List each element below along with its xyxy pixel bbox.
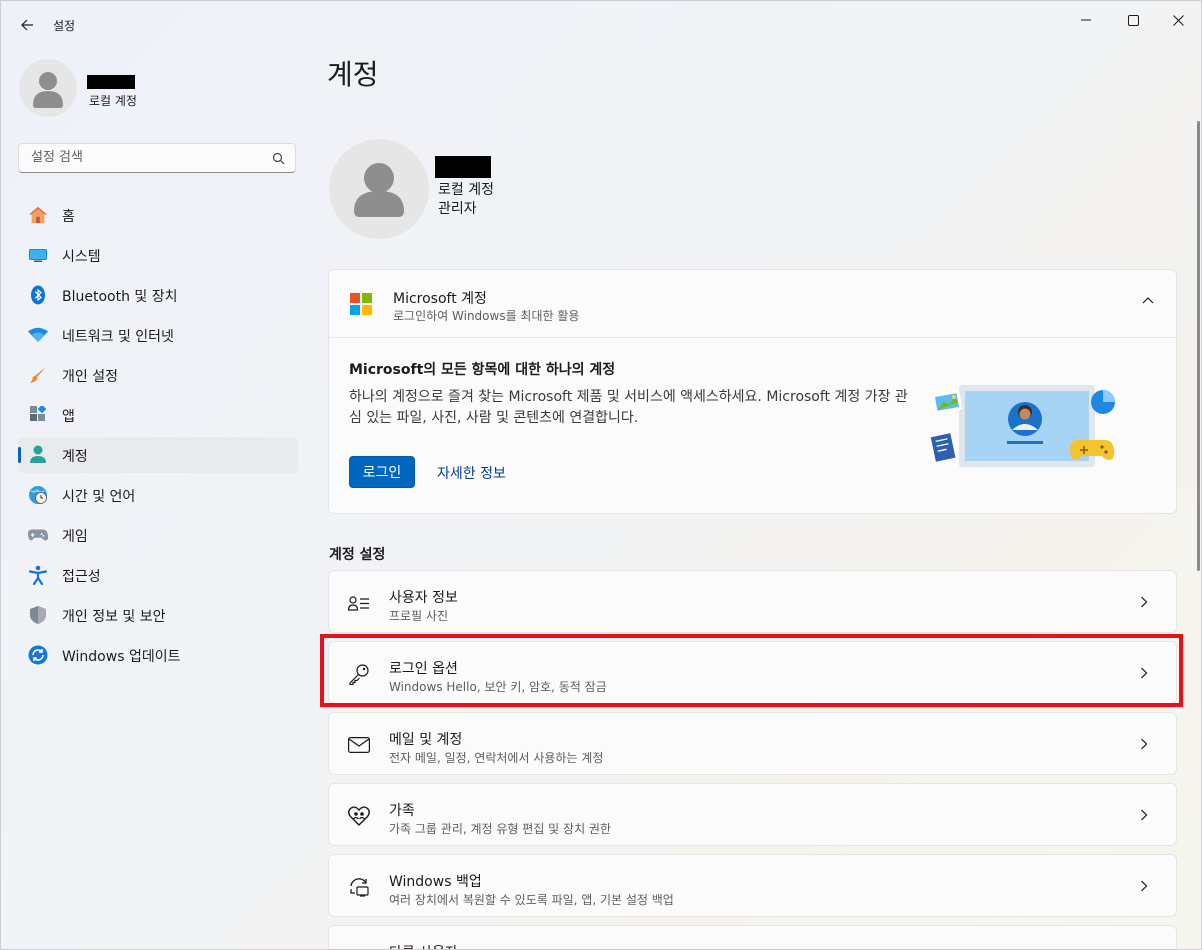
row-subtitle: 프로필 사진 [389, 609, 449, 623]
sidebar-item-home[interactable]: 홈 [18, 197, 298, 233]
scrollbar[interactable] [1197, 121, 1200, 571]
microsoft-account-card: Microsoft 계정 로그인하여 Windows를 최대한 활용 Micro… [328, 269, 1177, 514]
maximize-icon [1127, 14, 1139, 26]
redacted-user-name [435, 156, 491, 178]
sidebar-item-gaming[interactable]: 게임 [18, 517, 298, 553]
sidebar-item-label: 개인 정보 및 보안 [62, 609, 166, 625]
login-button[interactable]: 로그인 [349, 456, 415, 488]
row-title: 메일 및 계정 [389, 732, 463, 748]
brush-icon [28, 365, 48, 385]
row-title: 다른 사용자 [389, 942, 458, 949]
mail-icon [348, 734, 370, 756]
user-info-icon [348, 592, 370, 614]
minimize-icon [1081, 19, 1091, 21]
sidebar-item-label: 접근성 [62, 569, 101, 585]
account-icon [28, 445, 48, 465]
account-role-label: 관리자 [438, 201, 477, 217]
title-bar: 설정 [1, 1, 1201, 49]
close-icon [1172, 14, 1184, 26]
window-title: 설정 [53, 19, 76, 33]
maximize-button[interactable] [1111, 9, 1155, 31]
settings-row-family[interactable]: 가족 가족 그룹 관리, 계정 유형 편집 및 장치 권한 [328, 783, 1177, 846]
sidebar-item-label: Windows 업데이트 [62, 649, 181, 665]
sidebar-nav: 홈 시스템 Bluetooth 및 장치 네트워크 및 인터넷 개인 설정 앱 … [18, 197, 298, 677]
default-user-icon [354, 163, 404, 217]
settings-row-user-info[interactable]: 사용자 정보 프로필 사진 [328, 570, 1177, 633]
accessibility-icon [28, 565, 48, 585]
account-type-label: 로컬 계정 [89, 94, 137, 108]
row-title: 가족 [389, 803, 415, 819]
microsoft-account-subtitle: 로그인하여 Windows를 최대한 활용 [393, 309, 580, 323]
wifi-icon [28, 325, 48, 345]
chevron-right-icon [1141, 738, 1148, 750]
highlight-box [320, 634, 1183, 707]
row-subtitle: 여러 장치에서 복원할 수 있도록 파일, 앱, 기본 설정 백업 [389, 893, 674, 907]
back-button[interactable] [15, 13, 39, 37]
sidebar-item-accounts[interactable]: 계정 [18, 437, 298, 473]
sidebar-item-apps[interactable]: 앱 [18, 397, 298, 433]
sidebar-item-label: 앱 [62, 409, 75, 425]
search-input[interactable] [29, 149, 263, 166]
chevron-right-icon [1141, 596, 1148, 608]
row-subtitle: 가족 그룹 관리, 계정 유형 편집 및 장치 권한 [389, 822, 612, 836]
sidebar-item-label: 게임 [62, 529, 88, 545]
microsoft-account-heading: Microsoft의 모든 항목에 대한 하나의 계정 [349, 362, 616, 378]
account-type-label: 로컬 계정 [438, 182, 494, 198]
system-icon [28, 245, 48, 265]
sidebar-item-label: 시간 및 언어 [62, 489, 136, 505]
page-title: 계정 [327, 58, 379, 91]
sidebar-item-windows-update[interactable]: Windows 업데이트 [18, 637, 298, 673]
sidebar-item-label: 계정 [62, 449, 88, 465]
search-box[interactable] [18, 143, 296, 173]
settings-row-email-accounts[interactable]: 메일 및 계정 전자 메일, 일정, 연락처에서 사용하는 계정 [328, 712, 1177, 775]
sidebar-item-label: Bluetooth 및 장치 [62, 289, 178, 305]
avatar[interactable] [329, 139, 429, 239]
globe-clock-icon [28, 485, 48, 505]
row-subtitle: 전자 메일, 일정, 연락처에서 사용하는 계정 [389, 751, 604, 765]
sidebar-item-personalization[interactable]: 개인 설정 [18, 357, 298, 393]
microsoft-account-header[interactable]: Microsoft 계정 로그인하여 Windows를 최대한 활용 [329, 270, 1176, 338]
close-button[interactable] [1156, 9, 1200, 31]
microsoft-account-description: 하나의 계정으로 즐겨 찾는 Microsoft 제품 및 서비스에 액세스하세… [349, 389, 908, 426]
default-user-icon [33, 72, 63, 108]
chevron-right-icon [1141, 880, 1148, 892]
gamepad-icon [28, 525, 48, 545]
sidebar-item-label: 네트워크 및 인터넷 [62, 329, 174, 345]
bluetooth-icon [28, 285, 48, 305]
family-heart-icon [348, 805, 370, 827]
sidebar-item-label: 시스템 [62, 249, 101, 265]
chevron-up-icon[interactable] [1142, 296, 1154, 304]
row-title: 사용자 정보 [389, 590, 458, 606]
section-title: 계정 설정 [329, 547, 386, 563]
sidebar-item-label: 개인 설정 [62, 369, 118, 385]
back-arrow-icon [21, 19, 33, 31]
apps-icon [28, 405, 48, 425]
avatar [19, 59, 77, 117]
backup-icon [348, 876, 370, 898]
account-illustration [930, 385, 1115, 467]
sidebar-item-bluetooth[interactable]: Bluetooth 및 장치 [18, 277, 298, 313]
search-icon[interactable] [272, 152, 285, 165]
sidebar-item-privacy[interactable]: 개인 정보 및 보안 [18, 597, 298, 633]
settings-row-windows-backup[interactable]: Windows 백업 여러 장치에서 복원할 수 있도록 파일, 앱, 기본 설… [328, 854, 1177, 917]
settings-row-other-users[interactable]: 다른 사용자 [328, 925, 1177, 949]
settings-window: 설정 로컬 계정 홈 [0, 0, 1202, 950]
sidebar-item-network[interactable]: 네트워크 및 인터넷 [18, 317, 298, 353]
update-icon [28, 645, 48, 665]
shield-icon [28, 605, 48, 625]
sidebar-item-time-language[interactable]: 시간 및 언어 [18, 477, 298, 513]
minimize-button[interactable] [1064, 9, 1108, 31]
sidebar-item-system[interactable]: 시스템 [18, 237, 298, 273]
chevron-right-icon [1141, 809, 1148, 821]
microsoft-account-title: Microsoft 계정 [393, 291, 487, 307]
more-info-link[interactable]: 자세한 정보 [437, 463, 506, 483]
sidebar-item-accessibility[interactable]: 접근성 [18, 557, 298, 593]
microsoft-logo-icon [350, 293, 372, 315]
home-icon [28, 205, 48, 225]
sidebar-item-label: 홈 [62, 209, 75, 225]
row-title: Windows 백업 [389, 874, 482, 890]
redacted-user-name [87, 75, 135, 89]
